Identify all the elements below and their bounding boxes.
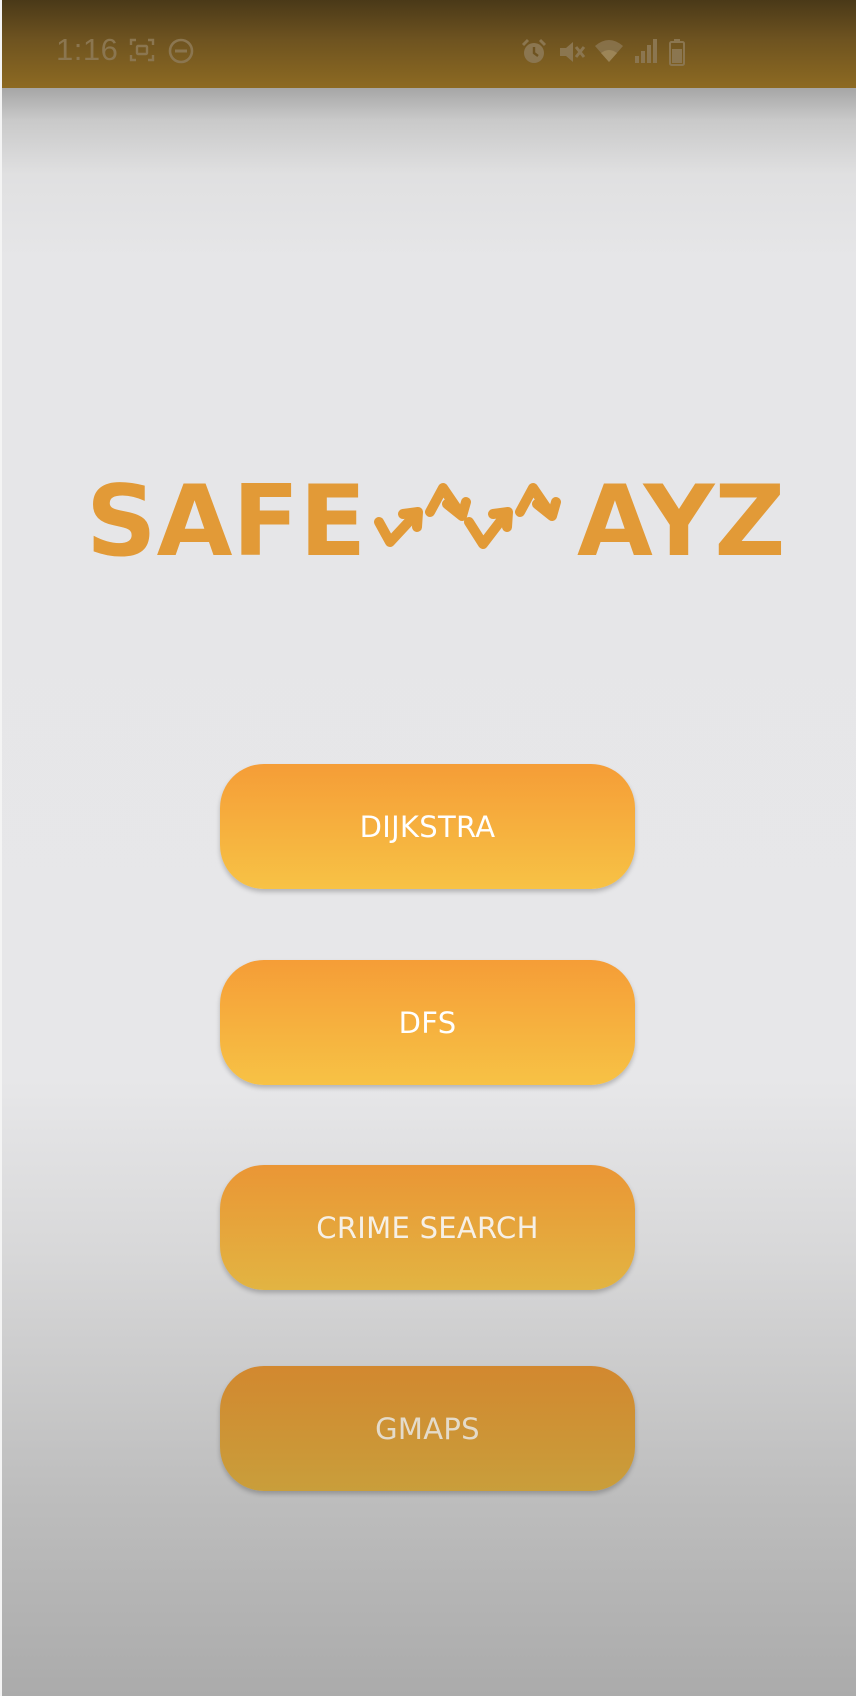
logo-word-safe: SAFE	[86, 470, 366, 570]
dfs-button-label: DFS	[398, 1005, 457, 1040]
logo-word-ayz: AYZ	[577, 470, 786, 570]
wifi-icon	[595, 40, 623, 62]
crime-search-button-label: CRIME SEARCH	[316, 1210, 539, 1245]
dijkstra-button-label: DIJKSTRA	[359, 809, 496, 844]
do-not-disturb-icon	[168, 38, 194, 64]
dfs-button[interactable]: DFS	[220, 960, 635, 1085]
status-bar: 1:16	[2, 0, 856, 88]
battery-icon	[669, 39, 685, 66]
signal-icon	[635, 39, 657, 63]
gmaps-button-label: GMAPS	[375, 1411, 480, 1446]
dijkstra-button[interactable]: DIJKSTRA	[220, 764, 635, 889]
screenshot-icon	[129, 38, 155, 62]
status-time: 1:16	[56, 32, 119, 67]
alarm-icon	[521, 38, 547, 63]
gmaps-button[interactable]: GMAPS	[220, 1366, 635, 1491]
logo-arrow-w-icon	[374, 483, 561, 549]
vibrate-mute-icon	[560, 42, 586, 62]
crime-search-button[interactable]: CRIME SEARCH	[220, 1165, 635, 1290]
app-logo: SAFE AYZ	[86, 470, 786, 570]
